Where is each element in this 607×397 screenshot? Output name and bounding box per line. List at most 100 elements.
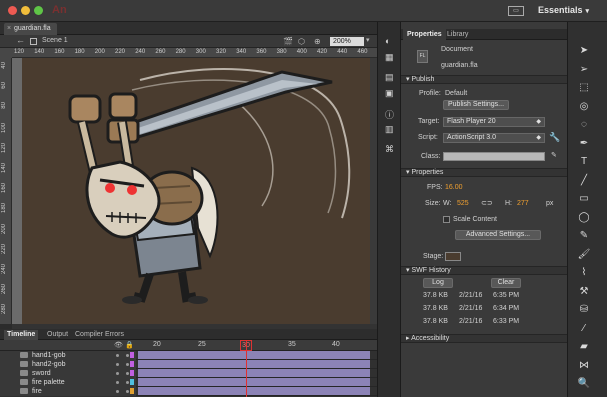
target-select[interactable]: Flash Player 20 ◆	[443, 117, 545, 127]
close-window-button[interactable]	[8, 6, 17, 15]
properties-section-header[interactable]: ▾ Properties	[401, 168, 567, 177]
layer-row[interactable]: hand2-gob	[0, 360, 377, 369]
pen-tool-icon[interactable]: ✒	[577, 137, 591, 151]
paint-brush-tool-icon[interactable]: ⌇	[577, 266, 591, 280]
height-value[interactable]: 277	[517, 200, 529, 207]
info-icon[interactable]: ⓘ	[385, 108, 394, 121]
layer-color-swatch[interactable]	[130, 352, 134, 358]
lasso-tool-icon[interactable]: ◌	[577, 118, 591, 132]
zoom-tool-icon[interactable]: 🔍	[577, 377, 591, 391]
advanced-settings-button[interactable]: Advanced Settings...	[455, 230, 541, 240]
eyedropper-tool-icon[interactable]: ⁄	[577, 322, 591, 336]
layer-frames[interactable]	[138, 387, 370, 395]
script-select[interactable]: ActionScript 3.0 ◆	[443, 133, 545, 143]
scale-content-checkbox[interactable]	[443, 216, 450, 223]
visibility-dot-icon[interactable]	[116, 372, 119, 375]
layer-frames[interactable]	[138, 369, 370, 377]
accessibility-section-header[interactable]: ▸ Accessibility	[401, 334, 567, 343]
zoom-window-button[interactable]	[34, 6, 43, 15]
class-input[interactable]	[443, 152, 545, 161]
lock-dot-icon[interactable]	[126, 354, 129, 357]
free-transform-tool-icon[interactable]: ⬚	[577, 81, 591, 95]
brush-tool-icon[interactable]: 🖌	[577, 248, 591, 262]
layer-name[interactable]: sword	[32, 369, 51, 378]
minimize-window-button[interactable]	[21, 6, 30, 15]
tab-properties[interactable]: Properties	[403, 29, 446, 40]
fps-value[interactable]: 16.00	[445, 184, 463, 191]
lock-dot-icon[interactable]	[126, 390, 129, 393]
paint-bucket-tool-icon[interactable]: ⛁	[577, 303, 591, 317]
visibility-dot-icon[interactable]	[116, 354, 119, 357]
line-tool-icon[interactable]: ╱	[577, 174, 591, 188]
zoom-select[interactable]: 200%	[330, 37, 364, 46]
wrench-icon[interactable]: 🔧	[549, 132, 560, 143]
oval-tool-icon[interactable]: ◯	[577, 211, 591, 225]
tab-output[interactable]: Output	[44, 330, 71, 340]
layer-frames[interactable]	[138, 360, 370, 368]
document-tab[interactable]: × guardian.fla	[4, 23, 57, 35]
text-tool-icon[interactable]: T	[577, 155, 591, 169]
clear-button[interactable]: Clear	[491, 278, 521, 288]
scene-label[interactable]: Scene 1	[42, 37, 68, 44]
link-icon[interactable]: ⊂⊃	[481, 199, 493, 207]
workspace-switch-icon[interactable]: ▭	[508, 6, 524, 16]
publish-settings-button[interactable]: Publish Settings...	[443, 100, 509, 110]
layer-name-cell[interactable]: sword	[0, 369, 136, 378]
visibility-dot-icon[interactable]	[116, 390, 119, 393]
layer-name-cell[interactable]: hand2-gob	[0, 360, 136, 369]
lock-icon[interactable]: 🔒	[125, 341, 134, 349]
tab-library[interactable]: Library	[443, 29, 472, 40]
layer-color-swatch[interactable]	[130, 361, 134, 367]
bone-tool-icon[interactable]: ⚒	[577, 285, 591, 299]
layer-name[interactable]: fire palette	[32, 378, 65, 387]
chevron-down-icon[interactable]: ▾	[366, 36, 370, 44]
edit-scene-icon[interactable]: 🎬	[283, 37, 293, 46]
layer-name[interactable]: hand2-gob	[32, 360, 65, 369]
lock-dot-icon[interactable]	[126, 363, 129, 366]
stage-color-swatch[interactable]	[445, 252, 461, 261]
back-arrow-icon[interactable]: ←	[16, 35, 25, 45]
publish-section-header[interactable]: ▾ Publish	[401, 75, 567, 84]
edit-symbols-icon[interactable]: ⬡	[298, 37, 305, 46]
transform-icon[interactable]: ▣	[385, 88, 394, 99]
playhead[interactable]	[246, 340, 247, 397]
layer-name[interactable]: hand1-gob	[32, 351, 65, 360]
workspace-switcher[interactable]: Essentials ▾	[538, 5, 589, 15]
swatches-icon[interactable]: ▦	[385, 52, 394, 63]
swf-history-section-header[interactable]: ▾ SWF History	[401, 266, 567, 275]
layer-frames[interactable]	[138, 351, 370, 359]
layer-color-swatch[interactable]	[130, 379, 134, 385]
layer-row[interactable]: hand1-gob	[0, 351, 377, 360]
center-stage-icon[interactable]: ⊕	[314, 37, 321, 46]
rectangle-tool-icon[interactable]: ▭	[577, 192, 591, 206]
pencil-tool-icon[interactable]: ✎	[577, 229, 591, 243]
lock-dot-icon[interactable]	[126, 381, 129, 384]
layer-color-swatch[interactable]	[130, 388, 134, 394]
eraser-tool-icon[interactable]: ▰	[577, 340, 591, 354]
selection-tool-icon[interactable]: ➤	[577, 44, 591, 58]
layer-name-cell[interactable]: hand1-gob	[0, 351, 136, 360]
visibility-dot-icon[interactable]	[116, 363, 119, 366]
pencil-icon[interactable]: ✎	[551, 151, 557, 159]
layer-name-cell[interactable]: fire	[0, 387, 136, 396]
log-button[interactable]: Log	[423, 278, 453, 288]
width-value[interactable]: 525	[457, 200, 469, 207]
eye-icon[interactable]: 👁	[114, 341, 123, 349]
library-icon[interactable]: ▥	[385, 124, 394, 135]
visibility-dot-icon[interactable]	[116, 381, 119, 384]
tab-timeline[interactable]: Timeline	[4, 330, 39, 340]
color-icon[interactable]: ◐	[385, 36, 390, 46]
layer-row[interactable]: fire palette	[0, 378, 377, 387]
lock-dot-icon[interactable]	[126, 372, 129, 375]
layer-name-cell[interactable]: fire palette	[0, 378, 136, 387]
layer-name[interactable]: fire	[32, 387, 42, 396]
close-tab-icon[interactable]: ×	[7, 23, 11, 35]
subselection-tool-icon[interactable]: ➢	[577, 63, 591, 77]
align-icon[interactable]: ▤	[385, 72, 394, 83]
layer-row[interactable]: fire	[0, 387, 377, 396]
code-snippets-icon[interactable]: ⌘	[385, 144, 394, 155]
3d-rotation-tool-icon[interactable]: ◎	[577, 100, 591, 114]
vertical-scrollbar[interactable]	[370, 58, 377, 324]
layer-frames[interactable]	[138, 378, 370, 386]
layer-color-swatch[interactable]	[130, 370, 134, 376]
